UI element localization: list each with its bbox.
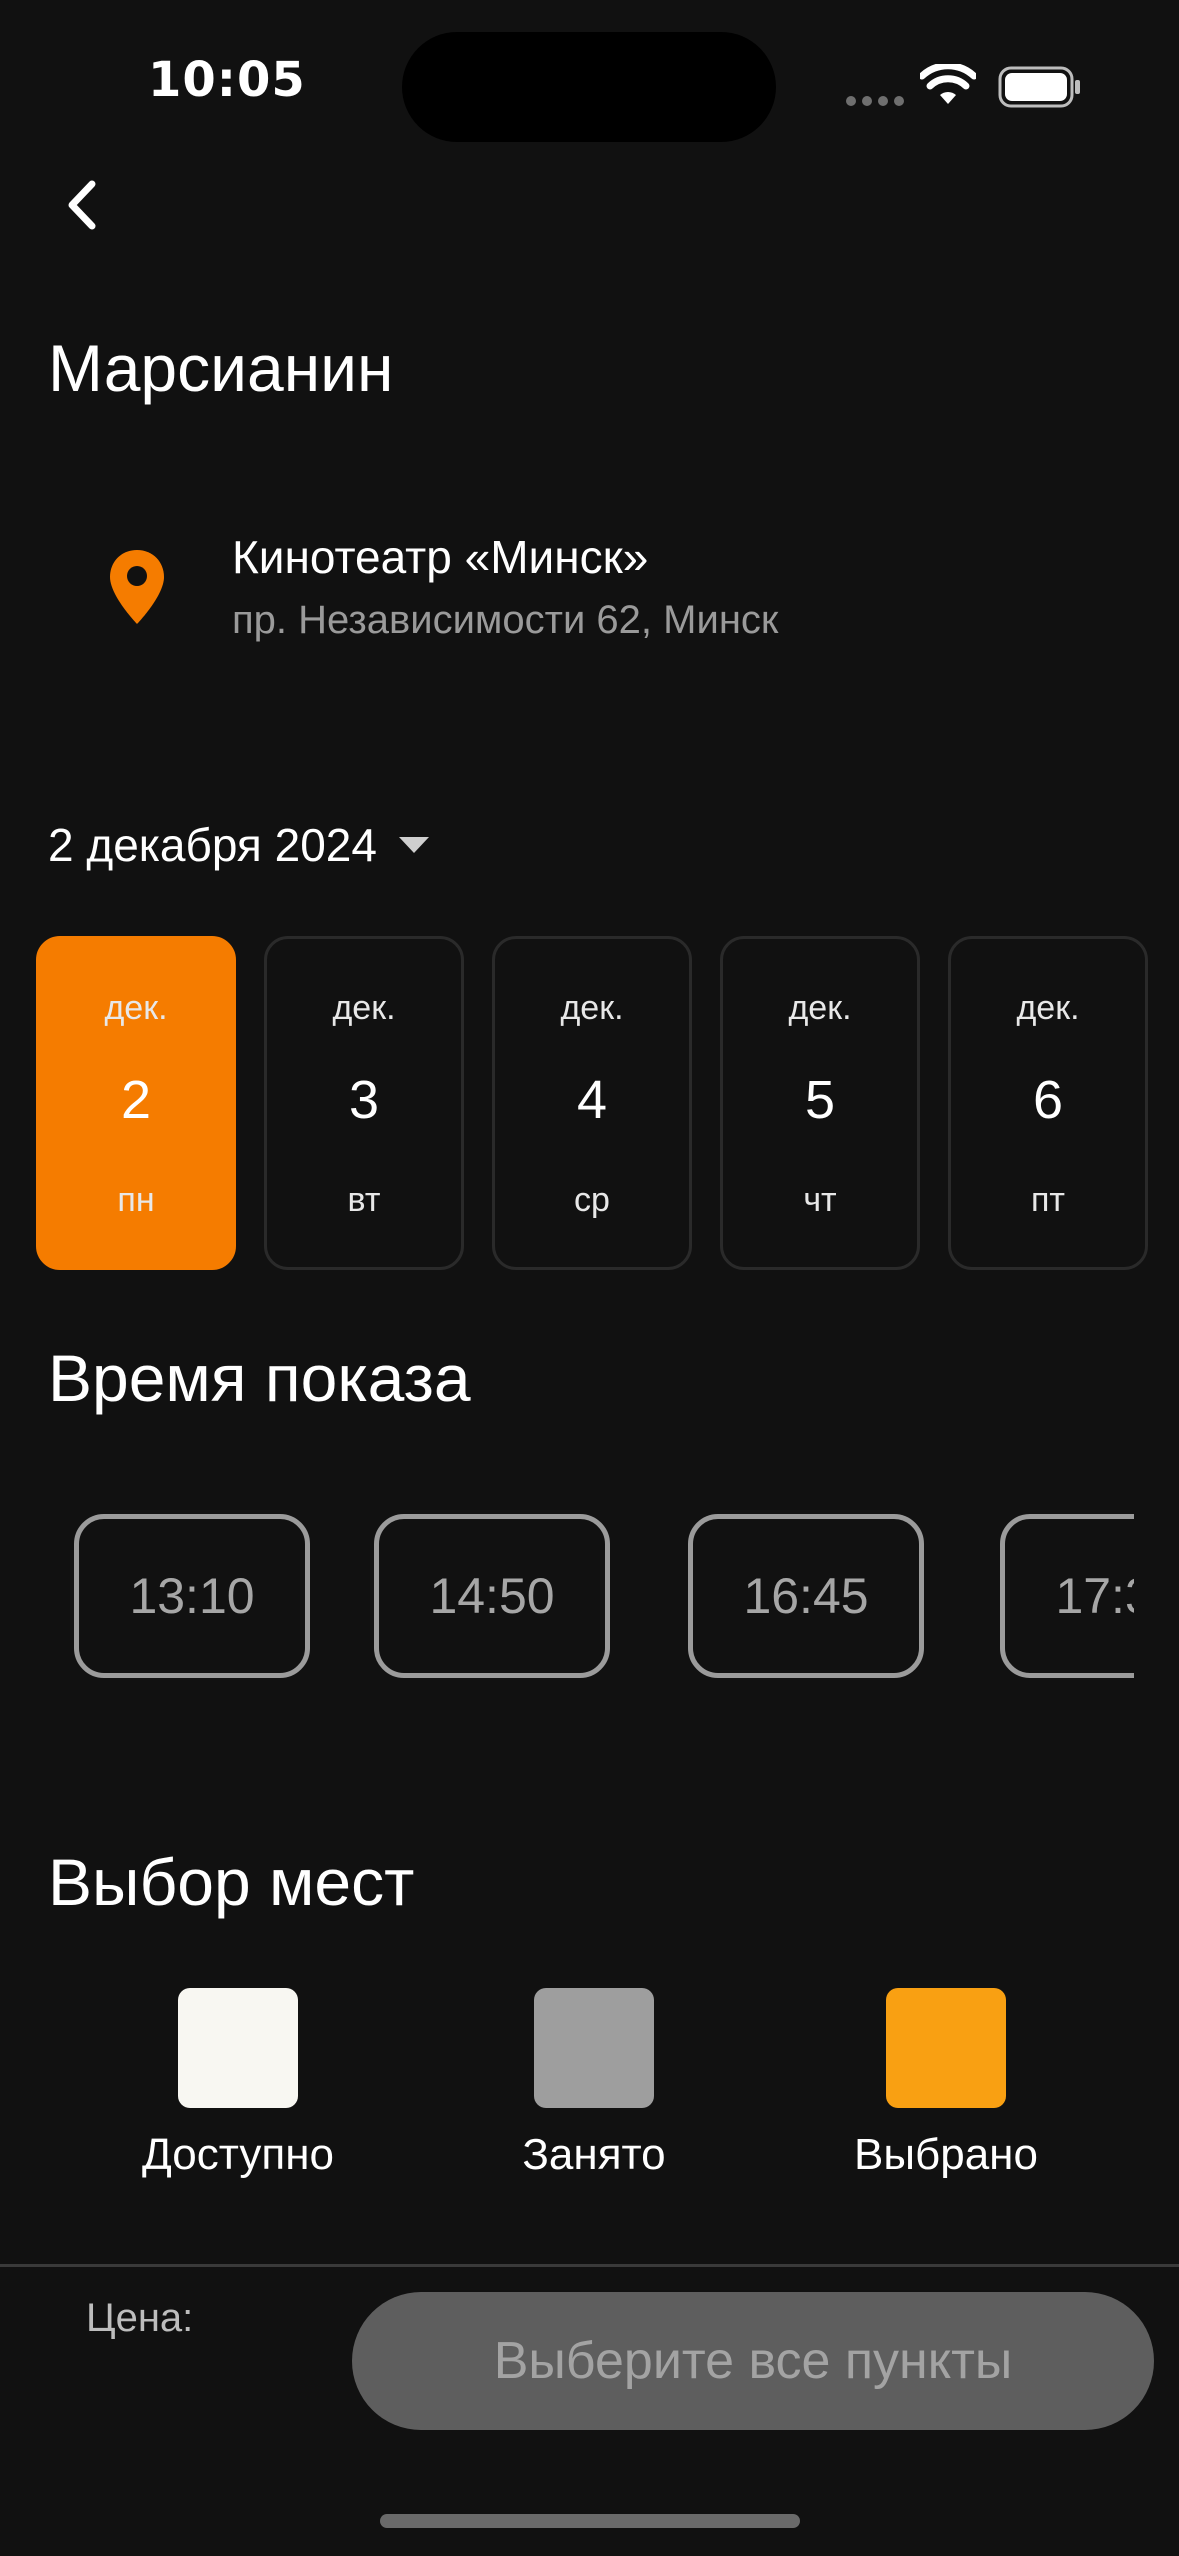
wifi-icon [918, 62, 978, 112]
status-time: 10:05 [148, 52, 306, 108]
showtime-button[interactable]: 13:10 [74, 1514, 310, 1678]
legend-occupied: Занято [474, 1988, 714, 2180]
legend-swatch-occupied [534, 1988, 654, 2108]
cellular-signal-icon [846, 96, 904, 106]
dynamic-island [402, 32, 776, 142]
caret-down-icon [398, 837, 429, 853]
legend-swatch-selected [886, 1988, 1006, 2108]
day-weekday: пт [1031, 1181, 1065, 1219]
back-button[interactable] [54, 170, 118, 240]
legend-label: Выбрано [854, 2130, 1038, 2179]
legend-selected: Выбрано [826, 1988, 1066, 2180]
legend-available: Доступно [118, 1988, 358, 2180]
showtimes-list[interactable]: 13:10 14:50 16:45 17:30 [74, 1512, 1134, 1687]
home-indicator[interactable] [380, 2514, 800, 2528]
showtime-button[interactable]: 17:30 [1000, 1514, 1134, 1678]
day-card-3[interactable]: дек. 3 вт [264, 936, 464, 1270]
legend-label: Доступно [141, 2130, 334, 2179]
seats-title: Выбор мест [48, 1845, 415, 1919]
date-dropdown-label: 2 декабря 2024 [48, 819, 377, 871]
chevron-left-icon [68, 180, 96, 230]
day-card-2[interactable]: дек. 2 пн [36, 936, 236, 1270]
day-month: дек. [104, 989, 168, 1027]
day-month: дек. [1016, 989, 1080, 1027]
location-pin-icon [108, 548, 166, 630]
day-number: 5 [804, 1070, 836, 1130]
day-weekday: ср [574, 1181, 610, 1219]
day-number: 4 [576, 1070, 608, 1130]
day-weekday: пн [117, 1181, 155, 1219]
cinema-name[interactable]: Кинотеатр «Минск» [232, 530, 648, 584]
legend-label: Занято [522, 2130, 666, 2179]
day-card-6[interactable]: дек. 6 пт [948, 936, 1148, 1270]
day-number: 2 [120, 1070, 152, 1130]
day-number: 3 [348, 1070, 380, 1130]
legend-swatch-available [178, 1988, 298, 2108]
showtime-button[interactable]: 14:50 [374, 1514, 610, 1678]
date-dropdown[interactable]: 2 декабря 2024 [48, 818, 429, 872]
day-card-5[interactable]: дек. 5 чт [720, 936, 920, 1270]
select-all-button[interactable]: Выберите все пункты [352, 2292, 1154, 2430]
battery-icon [998, 66, 1082, 112]
day-month: дек. [788, 989, 852, 1027]
day-weekday: чт [803, 1181, 837, 1219]
cinema-address: пр. Независимости 62, Минск [232, 598, 779, 642]
movie-title: Марсианин [48, 331, 394, 405]
day-month: дек. [332, 989, 396, 1027]
day-weekday: вт [347, 1181, 381, 1219]
price-label: Цена: [86, 2296, 194, 2340]
day-month: дек. [560, 989, 624, 1027]
showtime-button[interactable]: 16:45 [688, 1514, 924, 1678]
day-number: 6 [1032, 1070, 1064, 1130]
showtimes-title: Время показа [48, 1341, 471, 1415]
day-card-4[interactable]: дек. 4 ср [492, 936, 692, 1270]
footer-divider [0, 2264, 1179, 2267]
